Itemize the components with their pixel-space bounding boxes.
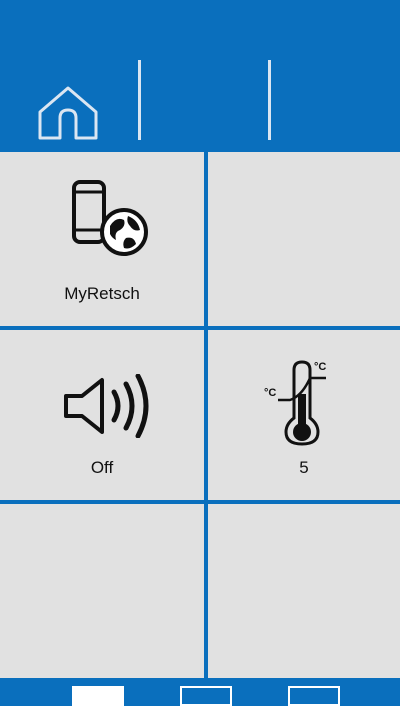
unit-top-label: °C (314, 361, 326, 373)
tile-empty[interactable] (208, 504, 400, 678)
tile-label-myretsch: MyRetsch (64, 284, 140, 303)
top-bar (0, 0, 400, 148)
tile-empty[interactable] (0, 504, 204, 678)
page-indicator-1[interactable] (72, 686, 124, 706)
tile-label-temperature: 5 (299, 458, 309, 477)
tile-myretsch[interactable]: MyRetsch (0, 152, 204, 326)
tile-grid: MyRetsch Off °C °C 5 (0, 148, 400, 678)
header-divider (138, 60, 141, 140)
thermometer-icon: °C °C (264, 360, 326, 446)
tile-empty[interactable] (208, 152, 400, 326)
speaker-icon (64, 374, 149, 438)
home-button[interactable] (36, 84, 100, 140)
home-icon (38, 86, 98, 140)
tile-temperature[interactable]: °C °C 5 (208, 330, 400, 500)
unit-left-label: °C (264, 387, 276, 399)
phone-globe-icon (72, 180, 148, 256)
tile-label-sound: Off (90, 458, 114, 477)
tile-sound[interactable]: Off (0, 330, 204, 500)
page-indicator-3[interactable] (288, 686, 340, 706)
page-indicator-bar (0, 678, 400, 706)
page-indicator-2[interactable] (180, 686, 232, 706)
header-divider (268, 60, 271, 140)
